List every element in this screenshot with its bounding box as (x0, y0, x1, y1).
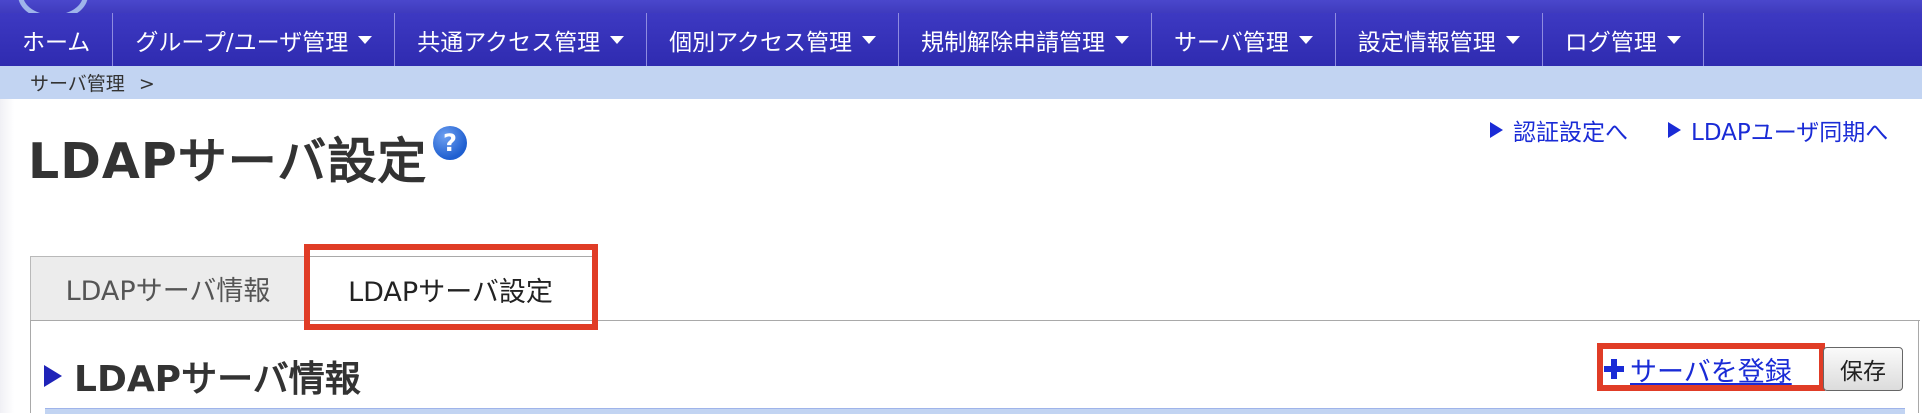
help-icon[interactable]: ? (433, 126, 467, 160)
table-header-strip (45, 408, 1905, 414)
nav-item-label: 個別アクセス管理 (669, 29, 852, 56)
save-button[interactable]: 保存 (1823, 347, 1903, 391)
tab-label: LDAPサーバ設定 (348, 277, 553, 308)
register-server-link[interactable]: サーバを登録 (1604, 349, 1792, 389)
nav-item-server[interactable]: サーバ管理 (1152, 13, 1336, 66)
caret-down-icon (1298, 35, 1313, 44)
left-edge-shadow (0, 99, 14, 413)
section-title-label: LDAPサーバ情報 (74, 359, 361, 400)
triangle-right-icon (44, 365, 62, 387)
nav-item-label: グループ/ユーザ管理 (135, 29, 349, 56)
help-icon-glyph: ? (443, 129, 457, 157)
nav-item-label: 共通アクセス管理 (417, 29, 601, 56)
section-title: LDAPサーバ情報 (44, 350, 361, 402)
tab-ldap-server-info[interactable]: LDAPサーバ情報 (30, 256, 306, 320)
nav-item-label: 設定情報管理 (1357, 29, 1496, 56)
auth-settings-link[interactable]: 認証設定へ (1490, 113, 1628, 147)
nav-item-individual-access[interactable]: 個別アクセス管理 (647, 13, 899, 66)
tab-ldap-server-settings[interactable]: LDAPサーバ設定 (307, 256, 594, 322)
triangle-right-icon (1490, 122, 1503, 138)
ldap-user-sync-link-label: LDAPユーザ同期へ (1691, 120, 1889, 146)
caret-down-icon (861, 35, 876, 44)
page-title: LDAPサーバ設定 (28, 133, 428, 190)
breadcrumb: サーバ管理 > (0, 69, 155, 96)
caret-down-icon (610, 35, 625, 44)
tab-label: LDAPサーバ情報 (65, 276, 271, 307)
breadcrumb-bar: サーバ管理 > (0, 66, 1922, 99)
plus-icon (1604, 359, 1624, 379)
caret-down-icon (358, 35, 373, 44)
nav-item-home[interactable]: ホーム (0, 13, 114, 66)
nav-item-group-user[interactable]: グループ/ユーザ管理 (113, 13, 396, 66)
nav-item-log[interactable]: ログ管理 (1543, 13, 1704, 66)
auth-settings-link-label: 認証設定へ (1513, 120, 1628, 146)
caret-down-icon (1114, 35, 1129, 44)
nav-item-common-access[interactable]: 共通アクセス管理 (395, 13, 648, 66)
nav-item-release-request[interactable]: 規制解除申請管理 (899, 13, 1152, 66)
caret-down-icon (1505, 35, 1520, 44)
breadcrumb-separator: > (138, 73, 155, 95)
top-strip (0, 0, 1922, 20)
main-nav: ホーム グループ/ユーザ管理 共通アクセス管理 個別アクセス管理 規制解除申請管… (0, 13, 1922, 66)
nav-item-label: ログ管理 (1564, 29, 1657, 56)
ldap-user-sync-link[interactable]: LDAPユーザ同期へ (1668, 113, 1888, 147)
register-server-label: サーバを登録 (1630, 356, 1792, 388)
nav-item-label: サーバ管理 (1173, 29, 1289, 56)
nav-item-label: ホーム (22, 29, 91, 56)
triangle-right-icon (1668, 122, 1681, 138)
nav-item-settings[interactable]: 設定情報管理 (1336, 13, 1543, 66)
caret-down-icon (1666, 35, 1681, 44)
nav-item-label: 規制解除申請管理 (920, 29, 1105, 56)
breadcrumb-item-server[interactable]: サーバ管理 (30, 73, 125, 95)
